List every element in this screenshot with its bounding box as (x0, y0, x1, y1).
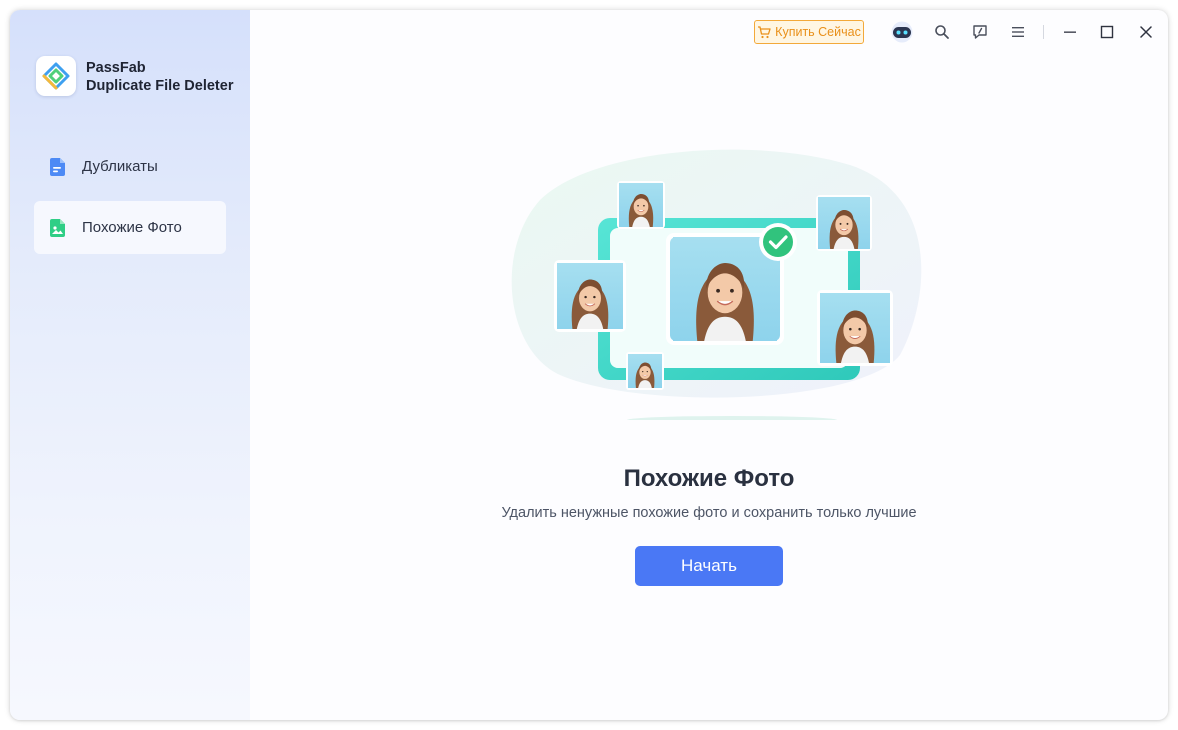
sidebar-item-label: Дубликаты (82, 158, 158, 175)
sidebar: PassFab Duplicate File Deleter Дубликаты (10, 10, 250, 720)
feedback-button[interactable] (970, 22, 990, 42)
passfab-logo-icon (42, 62, 70, 90)
menu-button[interactable] (1008, 22, 1028, 42)
app-window: PassFab Duplicate File Deleter Дубликаты (10, 10, 1168, 720)
app-name-line1: PassFab (86, 60, 146, 76)
maximize-icon (1100, 25, 1114, 39)
sidebar-item-duplicates[interactable]: Дубликаты (34, 140, 226, 193)
cart-icon (758, 25, 771, 38)
app-logo (36, 56, 76, 96)
feedback-icon (973, 25, 987, 39)
assistant-button[interactable] (888, 20, 916, 44)
minimize-button[interactable] (1060, 22, 1080, 42)
buy-now-button[interactable]: Купить Сейчас (754, 20, 864, 44)
image-icon (48, 218, 68, 238)
buy-now-label: Купить Сейчас (775, 25, 861, 39)
close-button[interactable] (1136, 22, 1156, 42)
close-icon (1140, 26, 1152, 38)
document-icon (48, 157, 68, 177)
app-name-line2: Duplicate File Deleter (86, 78, 234, 94)
search-icon (935, 25, 949, 39)
page-subtitle: Удалить ненужные похожие фото и сохранит… (501, 505, 917, 521)
search-button[interactable] (932, 22, 952, 42)
minimize-icon (1064, 31, 1076, 33)
sidebar-item-label: Похожие Фото (82, 219, 182, 236)
titlebar-divider (1043, 25, 1044, 39)
menu-icon (1012, 27, 1024, 37)
page-title: Похожие Фото (623, 465, 795, 492)
sidebar-item-similar-photos[interactable]: Похожие Фото (34, 201, 226, 254)
maximize-button[interactable] (1097, 22, 1117, 42)
robot-icon (891, 21, 913, 43)
similar-photos-illustration (511, 149, 922, 420)
start-button[interactable]: Начать (635, 546, 783, 586)
app-name: PassFab Duplicate File Deleter (86, 59, 248, 95)
